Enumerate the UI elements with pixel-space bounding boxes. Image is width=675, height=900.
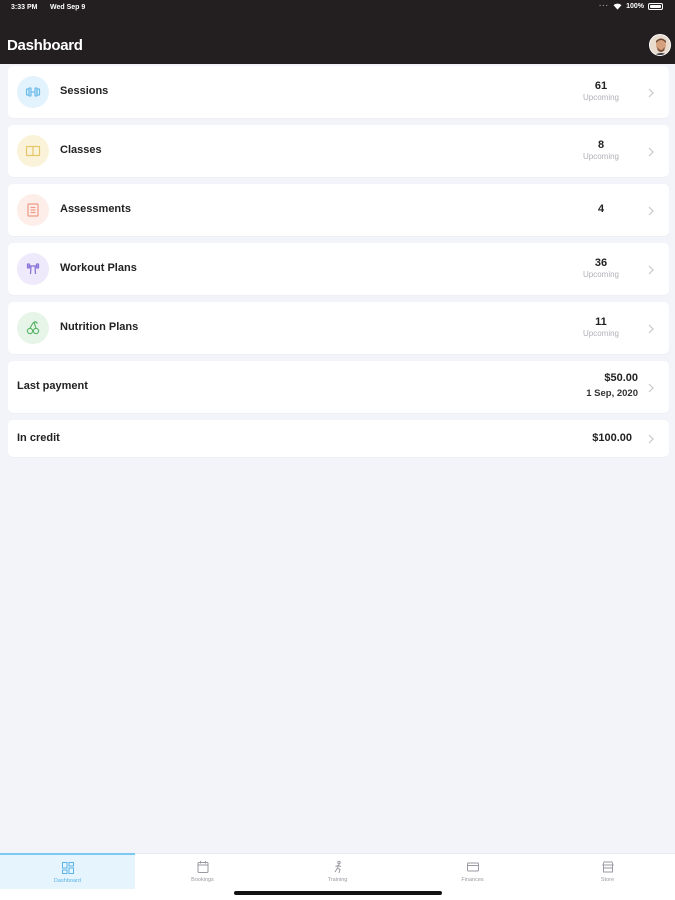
row-label: Assessments [60,203,131,215]
tab-label: Bookings [191,877,214,883]
credit-amount: $100.00 [592,432,632,444]
page-title: Dashboard [7,37,83,54]
chevron-right-icon [646,204,656,216]
row-assessments[interactable]: Assessments 4 [8,184,669,236]
row-label: In credit [17,432,60,444]
metric-value: 36 [594,257,608,269]
metric-value: 4 [597,203,605,215]
dashboard-icon [61,862,74,874]
battery-percent: 100% [626,3,644,10]
tab-label: Training [327,877,348,883]
workout-plans-metric: 36 Upcoming [571,257,631,280]
tab-label: Finances [461,877,484,883]
barbell-icon [26,263,40,275]
row-in-credit[interactable]: In credit $100.00 [8,420,669,457]
row-label: Last payment [17,380,88,392]
chevron-right-icon [646,145,656,157]
status-date: Wed Sep 9 [50,4,86,11]
metric-caption: Upcoming [582,152,619,161]
nutrition-plans-icon-badge [17,312,49,344]
chevron-right-icon [646,263,656,275]
payment-date: 1 Sep, 2020 [586,388,638,399]
sessions-icon-badge [17,76,49,108]
board-icon [25,145,41,157]
metric-caption: Upcoming [582,329,619,338]
row-label: Nutrition Plans [60,321,139,333]
store-icon [601,861,614,873]
classes-icon-badge [17,135,49,167]
app-header: 3:33 PM Wed Sep 9 ··· 100% Dashboard [0,0,675,64]
metric-caption: Upcoming [582,270,619,279]
tab-label: Dashboard [54,878,81,884]
chevron-right-icon [646,432,656,444]
nutrition-plans-metric: 11 Upcoming [571,316,631,339]
chevron-right-icon [646,322,656,334]
row-last-payment[interactable]: Last payment $50.00 1 Sep, 2020 [8,361,669,413]
chevron-right-icon [646,381,656,393]
tab-finances[interactable]: Finances [405,854,540,890]
cherries-icon [26,321,40,335]
row-classes[interactable]: Classes 8 Upcoming [8,125,669,177]
training-icon [334,860,341,874]
workout-plans-icon-badge [17,253,49,285]
metric-value: 61 [594,80,608,92]
last-payment-info: $50.00 1 Sep, 2020 [586,371,638,401]
profile-photo-icon [650,35,670,55]
chevron-right-icon [646,86,656,98]
payment-amount: $50.00 [604,372,638,384]
status-bar: 3:33 PM Wed Sep 9 ··· 100% [0,3,675,15]
metric-value: 8 [597,139,605,151]
signal-dots-icon: ··· [599,3,610,10]
tab-dashboard[interactable]: Dashboard [0,853,135,889]
row-sessions[interactable]: Sessions 61 Upcoming [8,66,669,118]
calendar-icon [197,861,208,873]
wifi-icon [613,3,622,10]
classes-metric: 8 Upcoming [571,139,631,162]
avatar[interactable] [649,34,671,56]
card-icon [466,862,479,872]
assessments-metric: 4 [571,203,631,216]
home-indicator[interactable] [234,891,442,895]
row-workout-plans[interactable]: Workout Plans 36 Upcoming [8,243,669,295]
tab-bookings[interactable]: Bookings [135,854,270,890]
battery-icon [648,3,663,10]
dashboard-list: Sessions 61 Upcoming Classes 8 Upcoming … [8,66,669,464]
row-nutrition-plans[interactable]: Nutrition Plans 11 Upcoming [8,302,669,354]
assessments-icon-badge [17,194,49,226]
sessions-metric: 61 Upcoming [571,80,631,103]
row-label: Sessions [60,85,109,97]
row-label: Workout Plans [60,262,137,274]
metric-caption: Upcoming [582,93,619,102]
dumbbell-icon [25,87,41,97]
status-time: 3:33 PM [11,4,38,11]
row-label: Classes [60,144,102,156]
clipboard-icon [27,203,39,217]
metric-value: 11 [595,316,607,328]
tab-store[interactable]: Store [540,854,675,890]
status-indicators: ··· 100% [599,3,663,10]
tab-training[interactable]: Training [270,854,405,890]
tab-label: Store [600,877,615,883]
